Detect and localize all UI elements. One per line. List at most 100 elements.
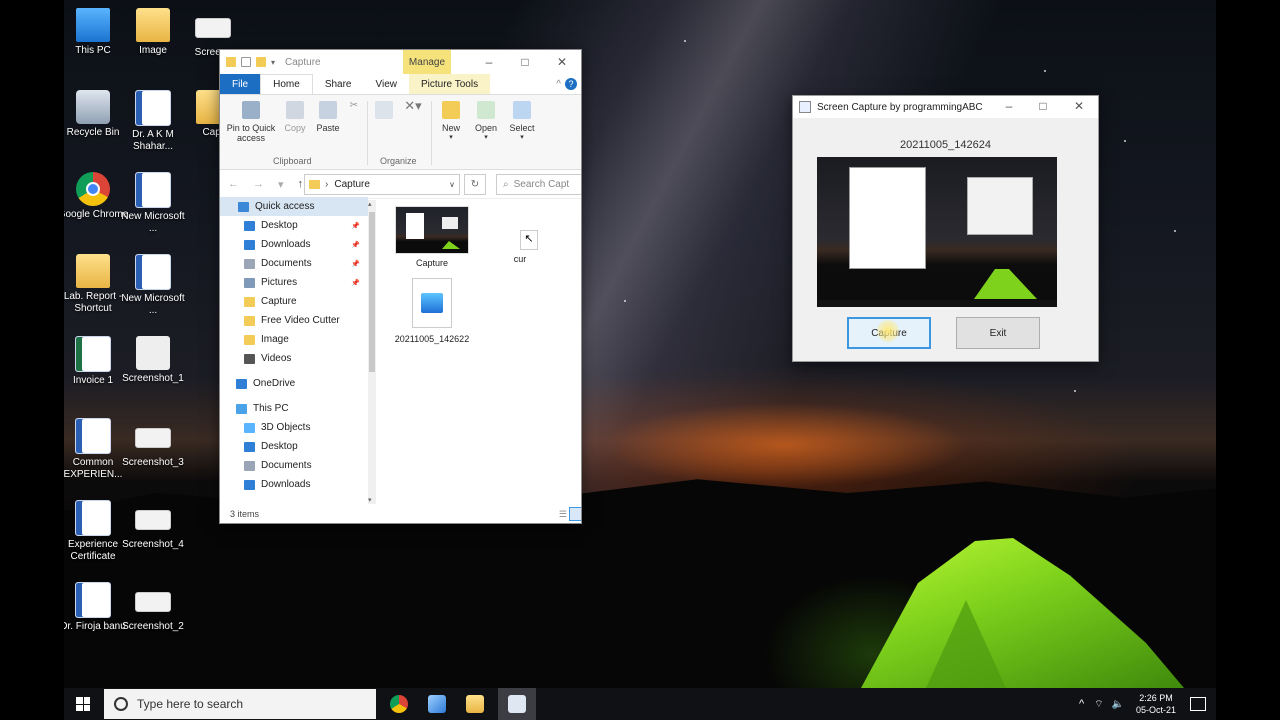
network-icon[interactable]: ⌔: [1094, 698, 1103, 711]
nav-item[interactable]: Documents: [220, 456, 368, 475]
paste-label: Paste: [316, 123, 340, 133]
desktop-icon[interactable]: New Microsoft ...: [117, 172, 189, 235]
pin-to-quick-access-button[interactable]: Pin to Quick access: [224, 101, 278, 143]
back-icon[interactable]: ←: [228, 178, 239, 190]
forward-icon[interactable]: →: [253, 178, 264, 190]
tab-file[interactable]: File: [220, 74, 261, 94]
details-view-icon[interactable]: ☰: [559, 509, 567, 520]
new-button[interactable]: New ▾: [437, 101, 465, 143]
nav-item-icon: [244, 277, 255, 288]
nav-item[interactable]: Downloads: [220, 475, 368, 494]
customize-toolbar-icon[interactable]: ▾: [271, 58, 275, 67]
recent-dropdown-icon[interactable]: ▾: [278, 178, 284, 191]
nav-item-label: Downloads: [261, 239, 311, 250]
file-item[interactable]: Capture: [394, 206, 470, 268]
nav-item[interactable]: Documents 📌: [220, 254, 368, 273]
ribbon-separator: [367, 101, 368, 165]
move-to-button[interactable]: [374, 101, 394, 123]
exit-button[interactable]: Exit: [956, 317, 1040, 349]
capture-titlebar[interactable]: Screen Capture by programmingABC – □ ✕: [793, 96, 1098, 118]
capture-filename: 20211005_142624: [900, 139, 991, 151]
tab-picture-tools[interactable]: Picture Tools: [409, 74, 491, 94]
address-box[interactable]: › Capture ∨: [304, 174, 460, 195]
large-icons-view-icon[interactable]: [569, 507, 581, 521]
volume-icon[interactable]: 🔈: [1112, 699, 1124, 710]
up-icon[interactable]: ↑: [298, 178, 304, 190]
nav-item-icon: [244, 220, 255, 231]
minimize-icon[interactable]: –: [471, 50, 507, 74]
nav-item[interactable]: Pictures 📌: [220, 273, 368, 292]
tab-view[interactable]: View: [364, 74, 410, 94]
open-button[interactable]: Open ▾: [472, 101, 500, 143]
desktop-icon[interactable]: New Microsoft ...: [117, 254, 189, 317]
nav-scrollbar[interactable]: ▴ ▾: [368, 200, 376, 504]
file-item[interactable]: 20211005_142622: [394, 278, 470, 344]
nav-item[interactable]: This PC: [220, 399, 368, 418]
nav-item-icon: [244, 334, 255, 345]
refresh-icon[interactable]: ↻: [464, 174, 486, 195]
scroll-up-icon[interactable]: ▴: [368, 200, 372, 208]
start-button[interactable]: [64, 688, 102, 720]
taskbar-screen-capture[interactable]: [498, 688, 536, 720]
taskbar-search-input[interactable]: Type here to search: [104, 689, 376, 719]
help-icon[interactable]: ?: [565, 78, 577, 90]
search-input[interactable]: ⌕ Search Capt: [496, 174, 581, 195]
taskbar-file-explorer[interactable]: [456, 688, 494, 720]
desktop-icon[interactable]: Screenshot_4: [117, 500, 189, 551]
collapse-ribbon-icon[interactable]: ^: [556, 74, 561, 94]
maximize-icon[interactable]: □: [507, 50, 543, 74]
nav-item[interactable]: Capture: [220, 292, 368, 311]
nav-item-label: Desktop: [261, 220, 298, 231]
new-folder-icon[interactable]: [256, 57, 266, 67]
file-item[interactable]: ↖ cur: [490, 230, 550, 264]
close-icon[interactable]: ✕: [544, 50, 580, 74]
close-icon[interactable]: ✕: [1061, 95, 1097, 117]
shot-icon: [135, 592, 171, 612]
nav-item[interactable]: Quick access: [220, 197, 368, 216]
desktop-icon[interactable]: Screenshot_1: [117, 336, 189, 385]
nav-item-icon: [244, 239, 255, 250]
scroll-thumb[interactable]: [369, 212, 375, 372]
clock-time: 2:26 PM: [1139, 693, 1173, 703]
taskbar-chrome[interactable]: [380, 688, 418, 720]
ribbon-separator: [431, 101, 432, 165]
nav-item[interactable]: Image: [220, 330, 368, 349]
scroll-down-icon[interactable]: ▾: [368, 496, 372, 504]
search-icon: [114, 697, 128, 711]
delete-button[interactable]: ✕▾: [402, 99, 424, 112]
nav-item-icon: [244, 258, 255, 269]
nav-item[interactable]: Downloads 📌: [220, 235, 368, 254]
nav-item[interactable]: Free Video Cutter: [220, 311, 368, 330]
hands-icon: [136, 336, 170, 370]
desktop-icon-label: New Microsoft ...: [121, 293, 185, 316]
desktop-icon[interactable]: Screenshot_2: [117, 582, 189, 633]
nav-item-label: Free Video Cutter: [261, 315, 340, 326]
minimize-icon[interactable]: –: [991, 95, 1027, 117]
explorer-titlebar[interactable]: ▾ Capture Manage – □ ✕: [220, 50, 581, 74]
nav-item[interactable]: Desktop: [220, 437, 368, 456]
manage-tab[interactable]: Manage: [403, 50, 451, 74]
clock[interactable]: 2:26 PM 05-Oct-21: [1136, 692, 1176, 716]
copy-button[interactable]: Copy: [280, 101, 310, 133]
taskbar-3d-app[interactable]: [418, 688, 456, 720]
maximize-icon[interactable]: □: [1025, 95, 1061, 117]
file-explorer-window[interactable]: ▾ Capture Manage – □ ✕ File Home Share V…: [219, 49, 582, 524]
tab-share[interactable]: Share: [313, 74, 364, 94]
cut-button[interactable]: ✂: [347, 101, 361, 111]
chevron-up-icon[interactable]: ^: [1079, 698, 1084, 710]
chevron-down-icon[interactable]: ∨: [449, 180, 455, 189]
nav-item[interactable]: Videos: [220, 349, 368, 368]
nav-item[interactable]: 3D Objects: [220, 418, 368, 437]
notifications-icon[interactable]: [1190, 697, 1206, 711]
desktop-icon[interactable]: Screenshot_3: [117, 418, 189, 469]
select-button[interactable]: Select ▾: [507, 101, 537, 143]
nav-item[interactable]: OneDrive: [220, 374, 368, 393]
paste-button[interactable]: Paste: [313, 101, 343, 133]
group-organize: Organize: [380, 156, 417, 166]
nav-item[interactable]: Desktop 📌: [220, 216, 368, 235]
capture-title: Screen Capture by programmingABC: [817, 101, 983, 113]
properties-icon[interactable]: [241, 57, 251, 67]
screen-capture-window[interactable]: Screen Capture by programmingABC – □ ✕ 2…: [792, 95, 1099, 362]
move-icon: [375, 101, 393, 119]
tab-home[interactable]: Home: [260, 74, 313, 94]
